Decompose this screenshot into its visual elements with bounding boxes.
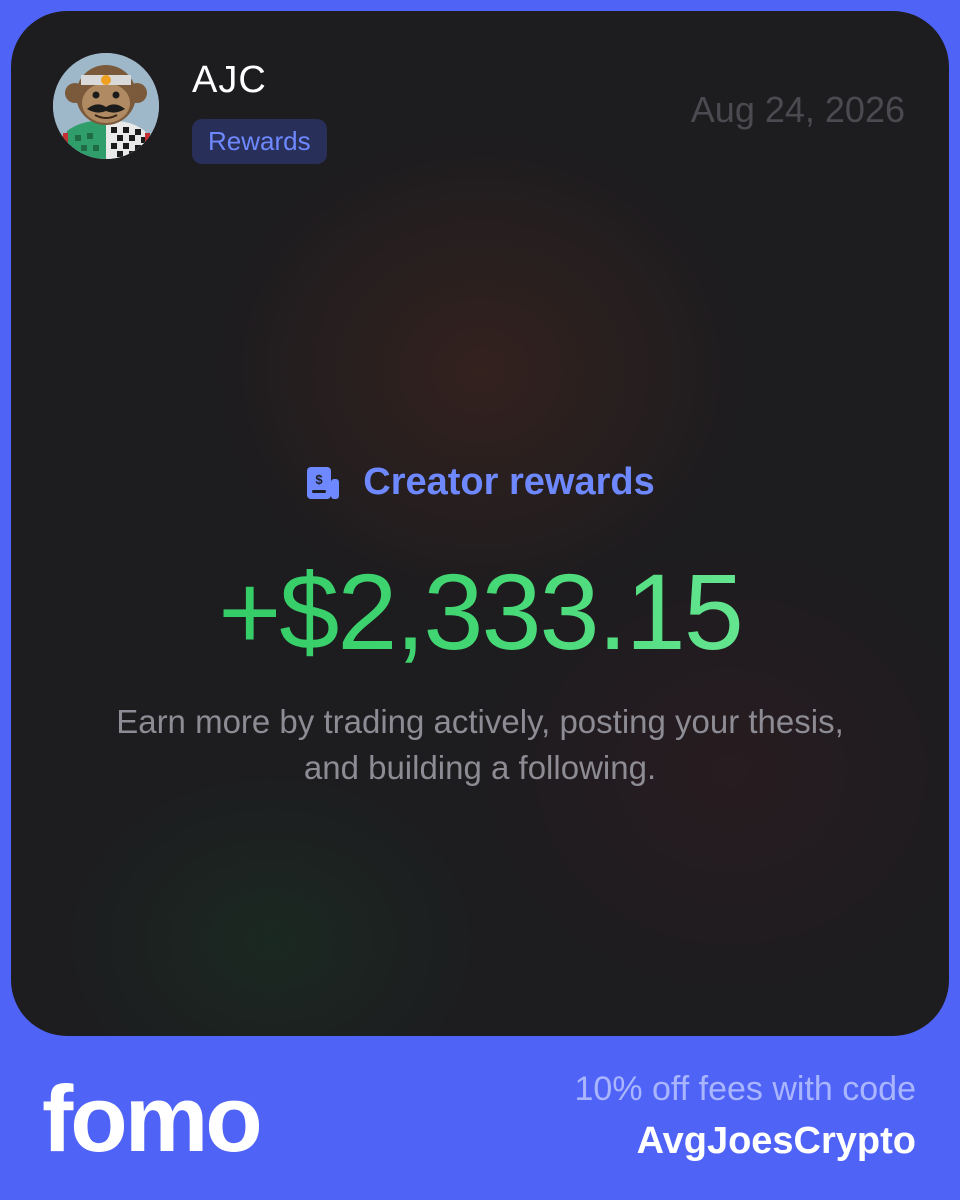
svg-text:$: $ <box>316 472 324 487</box>
reward-description: Earn more by trading actively, posting y… <box>116 703 844 786</box>
monkey-avatar-icon <box>53 53 159 159</box>
brand-logo: fomo <box>42 1066 263 1171</box>
reward-amount: +$2,333.15 <box>11 549 949 674</box>
user-name: AJC <box>192 59 267 101</box>
receipt-dollar-icon: $ <box>307 466 340 499</box>
promo-text: 10% off fees with code <box>574 1070 916 1108</box>
reward-card: AJC Rewards Aug 24, 2026 $ Creator rewar… <box>11 11 949 1036</box>
promo-code: AvgJoesCrypto <box>636 1120 916 1162</box>
avatar[interactable] <box>53 53 159 159</box>
rewards-heading: $ Creator rewards <box>11 461 949 504</box>
rewards-label: Creator rewards <box>363 461 655 503</box>
date-label: Aug 24, 2026 <box>690 89 905 130</box>
rewards-badge: Rewards <box>192 119 327 164</box>
